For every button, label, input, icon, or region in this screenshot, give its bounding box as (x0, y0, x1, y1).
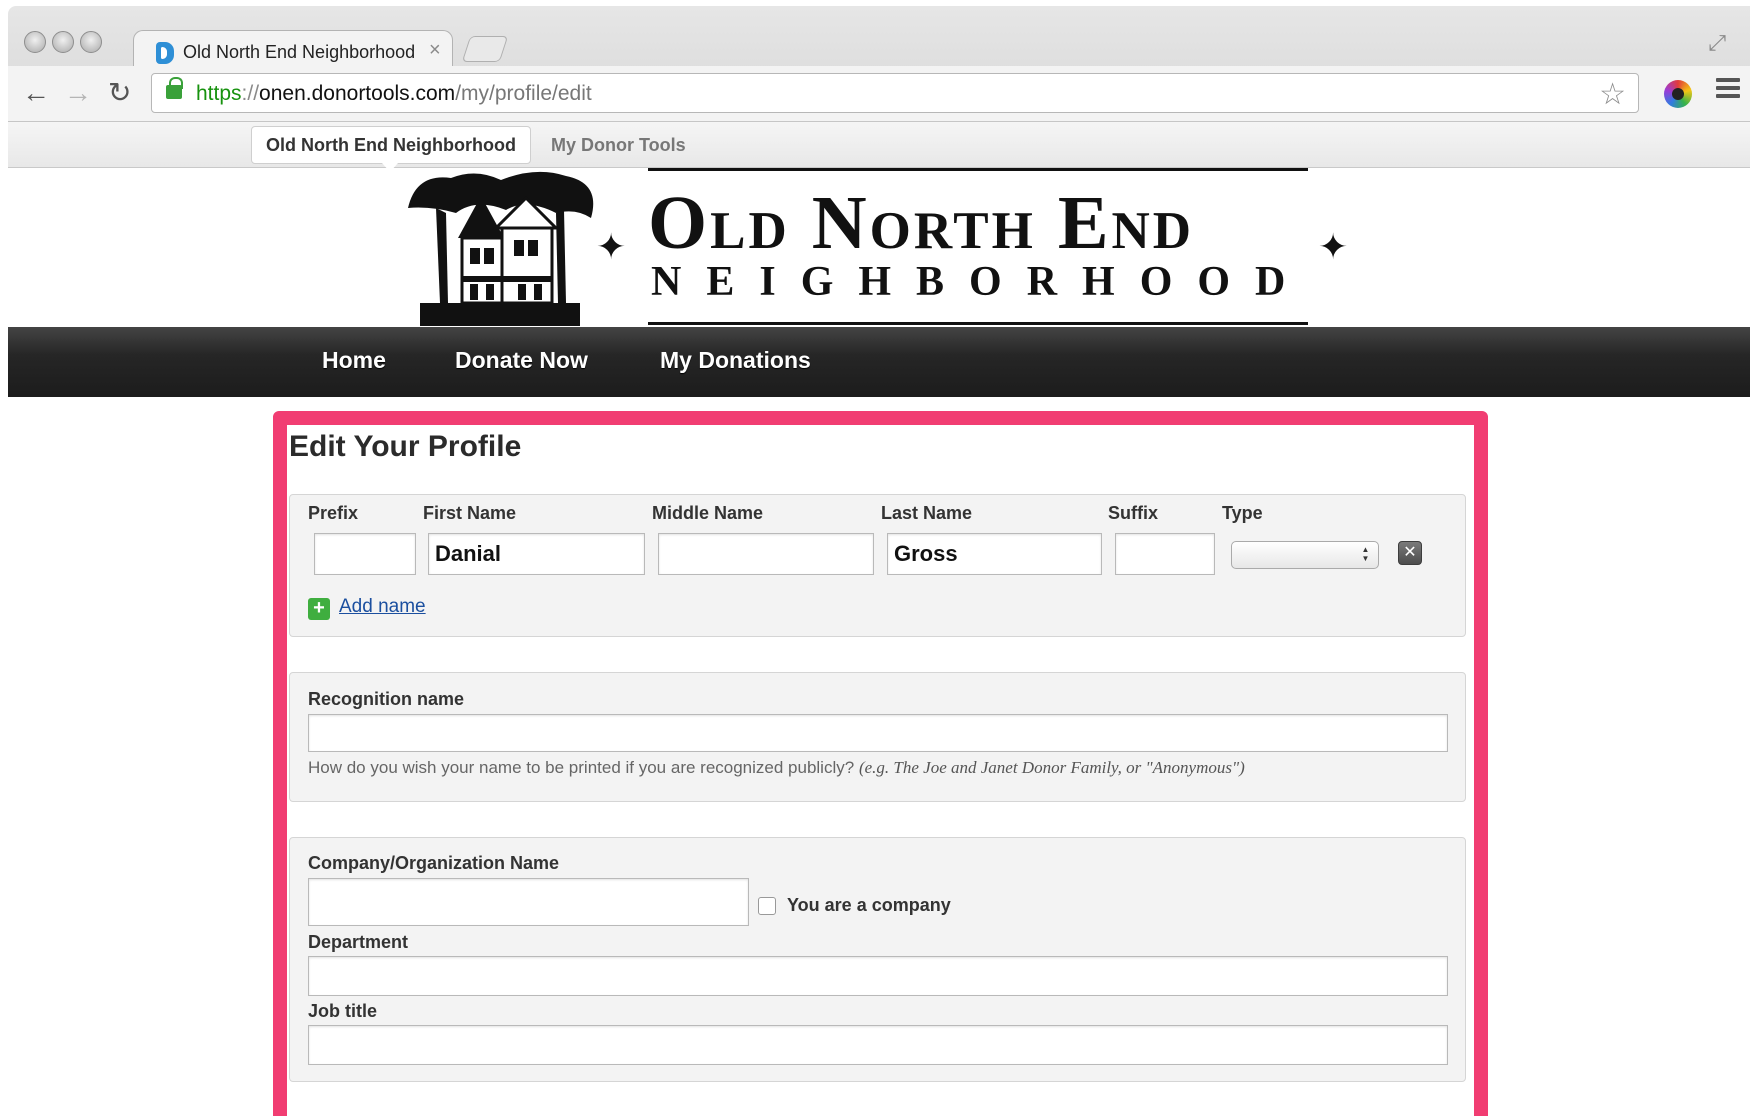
window-zoom-button[interactable] (80, 31, 102, 53)
url-separator: :// (241, 82, 260, 105)
middle-name-input[interactable] (658, 533, 874, 575)
reload-icon[interactable]: ↻ (108, 76, 131, 110)
forward-arrow-icon[interactable]: → (64, 76, 92, 110)
url-scheme: https (196, 82, 242, 105)
prefix-label: Prefix (308, 503, 359, 523)
remove-name-icon[interactable]: ✕ (1398, 541, 1422, 565)
add-name-link[interactable]: Add name (339, 596, 426, 618)
window-minimize-button[interactable] (52, 31, 74, 53)
middle-name-label: Middle Name (652, 503, 764, 523)
window-close-button[interactable] (24, 31, 46, 53)
extension-icon[interactable] (1664, 80, 1692, 108)
is-company-label: You are a company (787, 895, 951, 915)
logo-rule-top (648, 168, 1308, 171)
suffix-input[interactable] (1115, 533, 1215, 575)
logo-title: Old North End (648, 181, 1195, 265)
lock-icon (166, 77, 183, 99)
is-company-checkbox[interactable] (758, 897, 776, 915)
site-tab-old-north-end[interactable]: Old North End Neighborhood (251, 126, 531, 172)
tab-title: Old North End Neighborhood (183, 42, 416, 62)
sparkle-right-icon: ✦ (1318, 226, 1349, 267)
site-tab-my-donor-tools[interactable]: My Donor Tools (551, 130, 686, 160)
logo-subtitle: NEIGHBORHOOD (651, 259, 1311, 305)
tab-close-icon[interactable]: × (429, 39, 441, 62)
hamburger-menu-icon[interactable] (1716, 78, 1740, 102)
new-tab-button[interactable] (461, 36, 509, 62)
department-label: Department (308, 932, 409, 952)
last-name-input[interactable]: Gross (887, 533, 1102, 575)
first-name-input[interactable]: Danial (428, 533, 645, 575)
recognition-hint-example: (e.g. The Joe and Janet Donor Family, or… (858, 758, 1245, 777)
type-select[interactable]: ▲▼ (1231, 541, 1379, 569)
select-arrows-icon: ▲▼ (1361, 545, 1370, 563)
company-name-label: Company/Organization Name (308, 853, 560, 873)
donortools-favicon-icon (156, 42, 174, 64)
recognition-name-label: Recognition name (308, 689, 465, 709)
recognition-name-input[interactable] (308, 714, 1448, 752)
main-nav-bar: Home Donate Now My Donations (8, 327, 1750, 397)
prefix-input[interactable] (314, 533, 416, 575)
nav-my-donations[interactable]: My Donations (660, 347, 811, 374)
address-bar[interactable]: https://onen.donortools.com/my/profile/e… (151, 73, 1639, 113)
type-label: Type (1222, 503, 1263, 523)
name-panel: Prefix First Name Middle Name Last Name … (289, 494, 1466, 637)
last-name-label: Last Name (881, 503, 973, 523)
first-name-label: First Name (423, 503, 517, 523)
url-path: /my/profile/edit (455, 82, 592, 105)
bookmark-star-icon[interactable]: ☆ (1599, 77, 1626, 112)
browser-toolbar: ← → ↻ https://onen.donortools.com/my/pro… (8, 66, 1750, 122)
job-title-label: Job title (308, 1001, 378, 1021)
add-plus-icon[interactable]: + (308, 598, 330, 620)
recognition-hint: How do you wish your name to be printed … (308, 758, 1245, 778)
nav-donate-now[interactable]: Donate Now (455, 347, 588, 374)
fullscreen-expand-icon[interactable]: ⤢ (1708, 30, 1726, 56)
department-input[interactable] (308, 956, 1448, 996)
site-tabs-bar: Old North End Neighborhood My Donor Tool… (8, 122, 1750, 172)
suffix-label: Suffix (1108, 503, 1159, 523)
nav-home[interactable]: Home (322, 347, 386, 374)
logo-rule-bottom (648, 322, 1308, 325)
back-arrow-icon[interactable]: ← (22, 76, 50, 110)
victorian-house-logo-icon (408, 171, 594, 326)
url-host: onen.donortools.com (259, 82, 456, 105)
company-name-input[interactable] (308, 878, 749, 926)
url-text[interactable]: https://onen.donortools.com/my/profile/e… (196, 82, 592, 106)
recognition-hint-text: How do you wish your name to be printed … (308, 758, 855, 777)
page-title: Edit Your Profile (289, 430, 522, 463)
recognition-panel: Recognition name How do you wish your na… (289, 672, 1466, 802)
site-banner: ✦ Old North End NEIGHBORHOOD ✦ (8, 168, 1750, 328)
company-panel: Company/Organization Name You are a comp… (289, 837, 1466, 1082)
sparkle-left-icon: ✦ (596, 226, 627, 267)
job-title-input[interactable] (308, 1025, 1448, 1065)
